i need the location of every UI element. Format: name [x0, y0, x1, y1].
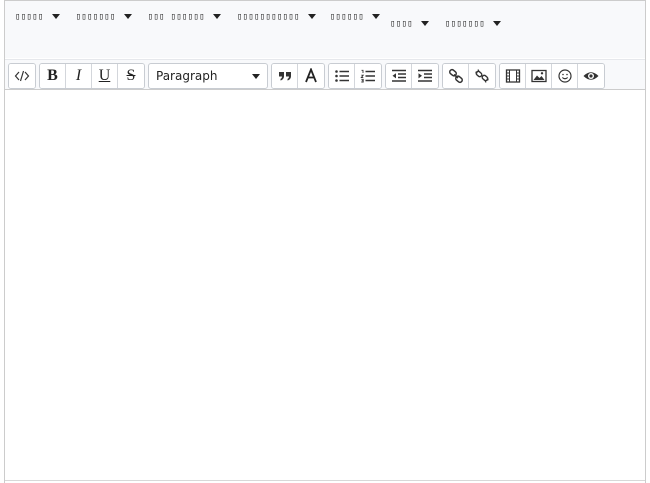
numbered-list-button[interactable] [355, 64, 381, 88]
quote-icon [278, 72, 291, 81]
chevron-down-icon [307, 14, 316, 19]
menu-7[interactable]: ▯▯▯▯▯▯▯ [441, 12, 505, 35]
text-color-button[interactable] [298, 64, 324, 88]
menu-6-label: ▯▯▯▯ [390, 18, 413, 29]
unlink-icon [475, 69, 489, 83]
outdent-button[interactable] [386, 64, 412, 88]
menu-5-label: ▯▯▯▯▯▯ [329, 11, 365, 22]
insert-group [499, 63, 605, 89]
italic-icon: I [75, 67, 82, 84]
menu-1-label: ▯▯▯▯▯ [15, 11, 44, 22]
eye-icon [583, 72, 599, 80]
outdent-icon [391, 69, 406, 82]
format-group: B I U S [39, 63, 145, 89]
film-icon [505, 69, 520, 83]
toolbar: B I U S Paragraph [5, 59, 645, 90]
link-group [442, 63, 496, 89]
insert-video-button[interactable] [500, 64, 526, 88]
chevron-down-icon [420, 21, 429, 26]
block-format-value: Paragraph [156, 69, 218, 83]
insert-link-button[interactable] [443, 64, 469, 88]
numbered-list-icon [360, 69, 375, 83]
smiley-icon [557, 69, 572, 83]
menu-3-label: ▯▯▯ ▯▯▯▯▯▯ [147, 11, 205, 22]
menu-5[interactable]: ▯▯▯▯▯▯ [326, 5, 384, 28]
unlink-button[interactable] [469, 64, 495, 88]
menu-4[interactable]: ▯▯▯▯▯▯▯▯▯▯▯ [233, 5, 320, 28]
chevron-down-icon [252, 73, 260, 79]
menu-2[interactable]: ▯▯▯▯▯▯▯ [72, 5, 136, 28]
bold-icon: B [47, 67, 58, 84]
menu-6[interactable]: ▯▯▯▯ [386, 12, 433, 35]
indent-group [385, 63, 439, 89]
list-group [328, 63, 382, 89]
text-color-icon [305, 68, 317, 83]
insert-image-button[interactable] [526, 64, 552, 88]
blockquote-button[interactable] [272, 64, 298, 88]
indent-icon [418, 69, 432, 82]
block-format-group: Paragraph [148, 63, 268, 89]
chevron-down-icon [212, 14, 221, 19]
strikethrough-icon: S [126, 67, 136, 84]
menu-7-label: ▯▯▯▯▯▯▯ [444, 18, 485, 29]
image-icon [530, 69, 547, 83]
code-icon [14, 70, 30, 82]
chevron-down-icon [492, 21, 501, 26]
quote-color-group [271, 63, 325, 89]
preview-button[interactable] [578, 64, 604, 88]
rich-text-editor: ▯▯▯▯▯ ▯▯▯▯▯▯▯ ▯▯▯ ▯▯▯▯▯▯ ▯▯▯▯▯▯▯▯▯▯▯ ▯▯▯… [4, 0, 646, 483]
underline-button[interactable]: U [92, 64, 118, 88]
italic-button[interactable]: I [66, 64, 92, 88]
menu-2-label: ▯▯▯▯▯▯▯ [75, 11, 116, 22]
source-code-button[interactable] [9, 64, 35, 88]
bold-button[interactable]: B [40, 64, 66, 88]
chevron-down-icon [123, 14, 132, 19]
bullet-list-icon [334, 70, 349, 82]
chevron-down-icon [51, 14, 60, 19]
underline-icon: U [98, 67, 111, 84]
strikethrough-button[interactable]: S [118, 64, 144, 88]
menu-4-label: ▯▯▯▯▯▯▯▯▯▯▯ [236, 11, 300, 22]
editor-content-area[interactable] [5, 91, 645, 481]
chevron-down-icon [372, 14, 381, 19]
indent-button[interactable] [412, 64, 438, 88]
menubar: ▯▯▯▯▯ ▯▯▯▯▯▯▯ ▯▯▯ ▯▯▯▯▯▯ ▯▯▯▯▯▯▯▯▯▯▯ ▯▯▯… [5, 1, 645, 58]
insert-emoji-button[interactable] [552, 64, 578, 88]
source-group [8, 63, 36, 89]
bullet-list-button[interactable] [329, 64, 355, 88]
menu-1[interactable]: ▯▯▯▯▯ [11, 5, 64, 28]
menu-3[interactable]: ▯▯▯ ▯▯▯▯▯▯ [144, 5, 225, 28]
block-format-select[interactable]: Paragraph [149, 64, 267, 88]
link-icon [448, 68, 463, 84]
